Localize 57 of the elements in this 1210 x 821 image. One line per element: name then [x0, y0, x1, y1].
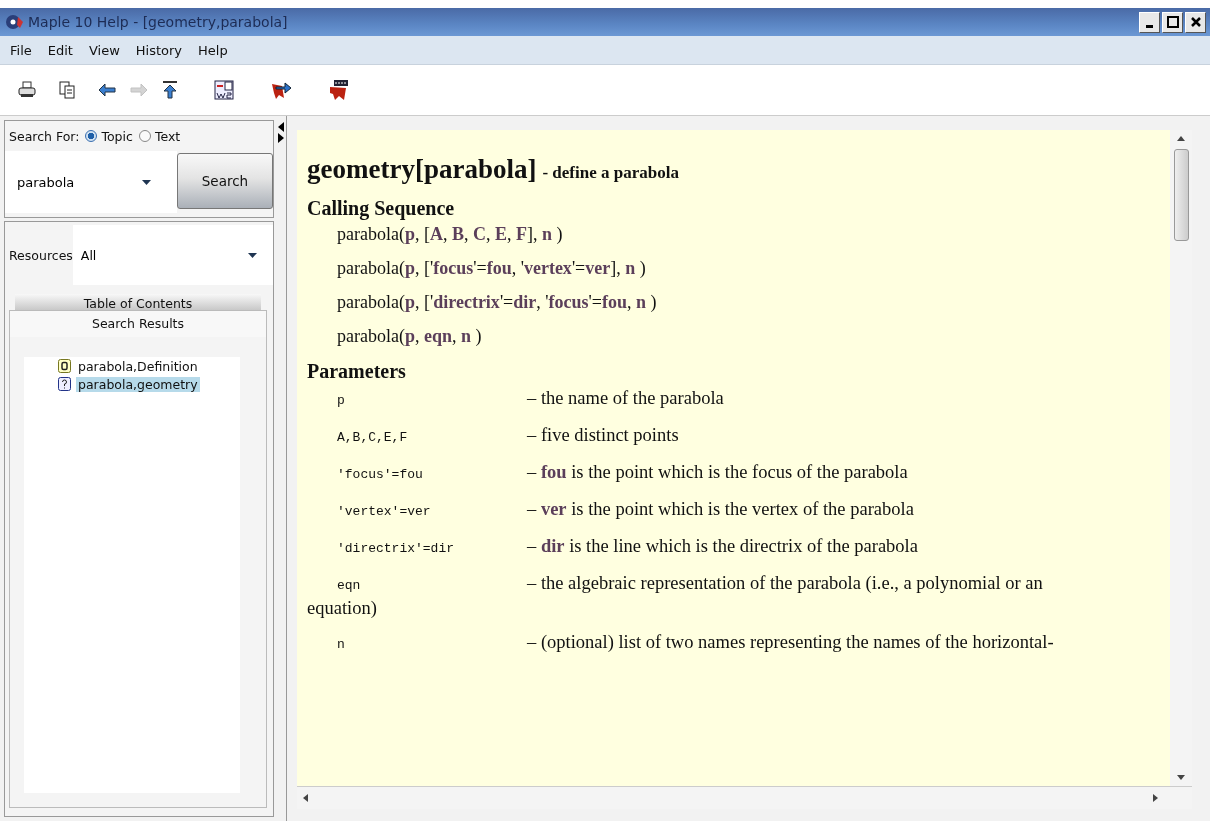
menu-item[interactable]: File	[2, 42, 40, 58]
help-topic-icon	[58, 377, 71, 391]
menu-item[interactable]: View	[80, 42, 128, 58]
minimize-icon	[1146, 24, 1153, 28]
splash-bookmark-icon[interactable]	[328, 79, 350, 101]
parameter-entry: n – (optional) list of two names representing the names of the horizontal-	[336, 631, 1055, 654]
maximize-button[interactable]	[1162, 11, 1183, 33]
parameter-entry: 'vertex'=ver – ver is the point which is the vertex of the parabola	[336, 498, 915, 521]
window-title: Maple 10 Help - [geometry,parabola]	[28, 14, 289, 30]
search-for-label: Search For:	[8, 128, 80, 144]
page-subtitle: - define a parabola	[542, 163, 679, 183]
scroll-right-arrow-icon[interactable]	[1153, 794, 1158, 802]
section-heading: Parameters	[307, 360, 407, 383]
section-heading: Calling Sequence	[307, 197, 456, 220]
menu-item[interactable]: Edit	[39, 42, 81, 58]
minimize-button[interactable]	[1139, 11, 1160, 33]
definition-icon	[58, 359, 71, 373]
parameter-entry: 'focus'=fou – fou is the point which is the focus of the parabola	[336, 461, 909, 484]
result-item[interactable]: parabola,geometry	[76, 376, 200, 392]
tab[interactable]: Search Results	[9, 310, 267, 337]
expand-right-arrow-icon[interactable]	[278, 133, 284, 143]
scrollbar-thumb[interactable]	[1173, 149, 1189, 241]
arrow-splash-icon[interactable]	[270, 80, 292, 100]
menu-item[interactable]: History	[127, 42, 191, 58]
scroll-left-arrow-icon[interactable]	[303, 794, 308, 802]
scroll-down-arrow-icon[interactable]	[1177, 775, 1185, 780]
worksheet-icon[interactable]	[214, 80, 234, 100]
calling-sequence-line: parabola(p, [A, B, C, E, F], n )	[337, 224, 564, 245]
parameter-entry: A,B,C,E,F – five distinct points	[336, 424, 680, 447]
parameter-entry: eqn – the algebraic representation of the parabola (i.e., a polynomial or an equation)	[307, 572, 1044, 619]
dropdown-caret-icon	[248, 252, 257, 258]
search-combo-box[interactable]: parabola	[5, 151, 177, 213]
parameter-entry: 'directrix'=dir – dir is the line which is the directrix of the parabola	[336, 535, 919, 558]
calling-sequence-line: parabola(p, ['directrix'=dir, 'focus'=fou, n )	[337, 292, 658, 313]
parameter-entry: p – the name of the parabola	[336, 387, 725, 410]
close-button[interactable]	[1185, 11, 1206, 33]
page-title: geometry[parabola]	[307, 154, 537, 185]
tab[interactable]: Table of Contents	[15, 294, 261, 310]
close-icon	[1190, 17, 1201, 27]
calling-sequence-line: parabola(p, eqn, n )	[337, 326, 483, 347]
resources-combo-box[interactable]: All	[72, 225, 273, 285]
help-app-icon	[6, 14, 24, 30]
result-item[interactable]: parabola,Definition	[76, 358, 200, 374]
calling-sequence-line: parabola(p, ['focus'=fou, 'vertex'=ver], n )	[337, 258, 647, 279]
maximize-icon	[1166, 16, 1179, 28]
search-button[interactable]: Search	[177, 153, 273, 209]
dropdown-caret-icon	[142, 179, 151, 185]
scroll-up-arrow-icon[interactable]	[1177, 136, 1185, 141]
radio-button[interactable]: Topic	[85, 128, 133, 144]
up-arrow-icon[interactable]	[162, 81, 178, 99]
resources-label: Resources	[8, 247, 73, 263]
copy-icon[interactable]	[58, 81, 76, 99]
collapse-left-arrow-icon[interactable]	[278, 122, 284, 132]
back-arrow-icon[interactable]	[98, 83, 116, 97]
radio-button[interactable]: Text	[138, 128, 181, 144]
menu-item[interactable]: Help	[190, 42, 236, 58]
printer-icon[interactable]	[18, 81, 36, 99]
